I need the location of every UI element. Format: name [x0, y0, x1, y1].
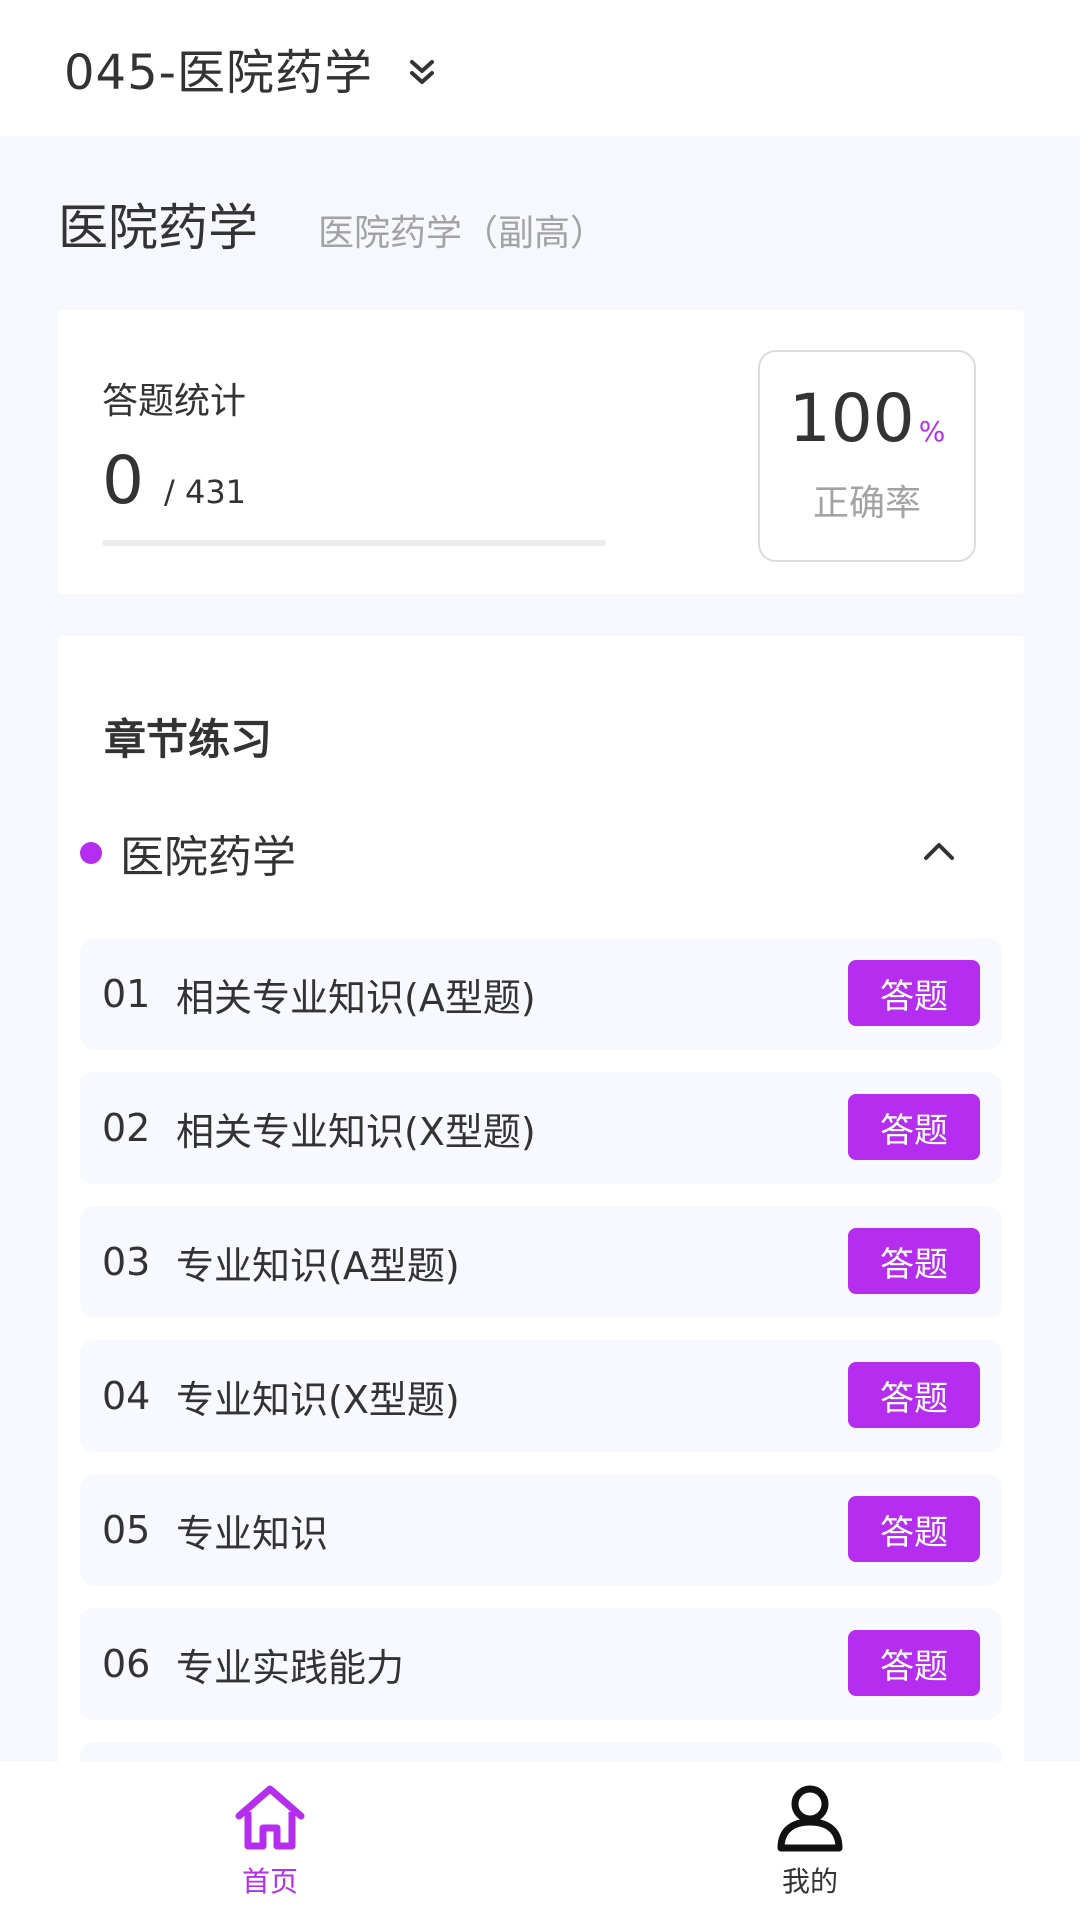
subject-level: 医院药学（副高） — [318, 213, 607, 254]
chapter-index: 04 — [102, 1374, 151, 1418]
answer-button[interactable]: 答题 — [848, 1496, 980, 1562]
answer-progress-bar — [102, 540, 606, 546]
answer-button[interactable]: 答题 — [848, 1362, 980, 1428]
chapter-practice-heading: 章节练习 — [104, 715, 273, 764]
nav-home[interactable]: 首页 — [0, 1762, 540, 1920]
chapter-name: 相关专业知识(X型题) — [176, 1109, 536, 1154]
chapter-item[interactable]: 01 相关专业知识(A型题) 答题 — [80, 938, 1002, 1050]
stats-label: 答题统计 — [102, 381, 247, 422]
nav-home-label: 首页 — [241, 1865, 298, 1898]
chapter-practice-card: 章节练习 医院药学 01 相关专业知识(A型题) 答题 02 相关专业知识(X型… — [58, 636, 1024, 1920]
accuracy-value: 100 % — [789, 386, 946, 452]
chapter-item[interactable]: 06 专业实践能力 答题 — [80, 1608, 1002, 1720]
chapter-index: 03 — [102, 1240, 151, 1284]
chapter-item[interactable]: 05 专业知识 答题 — [80, 1474, 1002, 1586]
chapter-name: 专业知识(A型题) — [176, 1243, 460, 1288]
chapter-name: 专业实践能力 — [176, 1645, 405, 1690]
answer-button[interactable]: 答题 — [848, 1228, 980, 1294]
chapter-list: 01 相关专业知识(A型题) 答题 02 相关专业知识(X型题) 答题 03 专… — [80, 938, 1002, 1876]
answer-button[interactable]: 答题 — [848, 1094, 980, 1160]
chapter-item[interactable]: 02 相关专业知识(X型题) 答题 — [80, 1072, 1002, 1184]
answer-count: 0 / 431 — [102, 448, 246, 514]
answer-stats-card: 答题统计 0 / 431 100 % 正确率 — [58, 310, 1024, 594]
accuracy-box: 100 % 正确率 — [758, 350, 976, 562]
answered-count: 0 — [102, 442, 144, 519]
home-icon — [235, 1785, 305, 1850]
subject-header: 医院药学 医院药学（副高） — [58, 188, 606, 260]
user-icon — [777, 1785, 843, 1852]
chapter-index: 01 — [102, 972, 151, 1016]
answer-button[interactable]: 答题 — [848, 960, 980, 1026]
exam-title[interactable]: 045-医院药学 — [64, 33, 373, 103]
chevron-up-icon[interactable] — [922, 840, 956, 862]
group-dot-icon — [80, 842, 102, 864]
nav-mine-label: 我的 — [781, 1865, 838, 1898]
chapter-index: 02 — [102, 1106, 151, 1150]
chapter-index: 06 — [102, 1642, 151, 1686]
chapter-name: 专业知识(X型题) — [176, 1377, 460, 1422]
accuracy-unit: % — [918, 415, 946, 448]
subject-name: 医院药学 — [58, 199, 258, 257]
chapter-item[interactable]: 04 专业知识(X型题) 答题 — [80, 1340, 1002, 1452]
chapter-name: 专业知识 — [176, 1511, 329, 1556]
chapter-name: 相关专业知识(A型题) — [176, 975, 536, 1020]
chapter-group-header[interactable]: 医院药学 — [80, 818, 1006, 888]
chapter-index: 05 — [102, 1508, 151, 1552]
accuracy-number: 100 — [788, 380, 915, 457]
top-bar: 045-医院药学 — [0, 0, 1080, 136]
nav-mine[interactable]: 我的 — [540, 1762, 1080, 1920]
answer-button[interactable]: 答题 — [848, 1630, 980, 1696]
accuracy-label: 正确率 — [812, 483, 921, 524]
chapter-group-name: 医院药学 — [120, 832, 296, 883]
bottom-navigation: 首页 我的 — [0, 1762, 1080, 1920]
total-count: / 431 — [164, 473, 247, 511]
double-chevron-down-icon[interactable] — [407, 54, 437, 90]
chapter-item[interactable]: 03 专业知识(A型题) 答题 — [80, 1206, 1002, 1318]
